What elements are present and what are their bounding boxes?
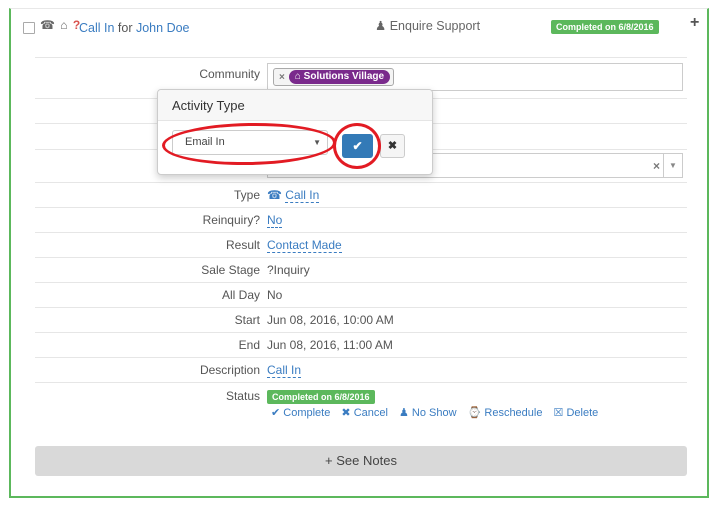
phone-icon: ☎ bbox=[267, 188, 282, 202]
reinquiry-value-text[interactable]: No bbox=[267, 213, 283, 228]
row-divider bbox=[35, 382, 687, 383]
row-divider bbox=[35, 207, 687, 208]
row-divider bbox=[35, 232, 687, 233]
activity-title: Call In for John Doe bbox=[79, 21, 190, 35]
cancel-link[interactable]: ✖ Cancel bbox=[341, 407, 388, 419]
clear-icon[interactable]: × bbox=[653, 159, 660, 173]
chevron-down-icon[interactable]: ▼ bbox=[663, 154, 682, 177]
assigned-to: ♟ Enquire Support bbox=[375, 18, 480, 33]
status-label: Status bbox=[225, 389, 260, 403]
community-tag: × ⌂ Solutions Village bbox=[273, 68, 395, 86]
activity-type-link[interactable]: Call In bbox=[79, 21, 114, 35]
no-show-link[interactable]: ♟ No Show bbox=[399, 407, 457, 419]
type-label: Type bbox=[233, 188, 260, 202]
description-label: Description bbox=[199, 363, 260, 377]
select-checkbox[interactable] bbox=[23, 22, 35, 34]
row-divider bbox=[35, 357, 687, 358]
popover-title: Activity Type bbox=[158, 90, 432, 121]
activity-icons: ☎ ⌂ ? bbox=[40, 18, 81, 32]
reinquiry-value[interactable]: No bbox=[267, 213, 283, 228]
description-value-text[interactable]: Call In bbox=[267, 363, 302, 378]
community-label: Community bbox=[199, 67, 260, 81]
result-value-text[interactable]: Contact Made bbox=[267, 238, 342, 253]
start-value: Jun 08, 2016, 10:00 AM bbox=[267, 313, 394, 327]
reschedule-link[interactable]: ⌚ Reschedule bbox=[468, 407, 543, 419]
confirm-highlight-ring bbox=[333, 123, 381, 169]
description-value[interactable]: Call In bbox=[267, 363, 302, 378]
complete-link[interactable]: ✔ Complete bbox=[271, 407, 330, 419]
assigned-to-label: Enquire Support bbox=[389, 19, 481, 33]
end-value: Jun 08, 2016, 11:00 AM bbox=[267, 338, 393, 352]
status-actions: ✔ Complete ✖ Cancel ♟ No Show ⌚ Reschedu… bbox=[271, 406, 606, 419]
start-label: Start bbox=[234, 313, 260, 327]
title-for-text: for bbox=[114, 21, 136, 35]
completed-badge: Completed on 6/8/2016 bbox=[551, 20, 659, 34]
end-label: End bbox=[238, 338, 260, 352]
cancel-button[interactable]: ✖ bbox=[380, 134, 405, 158]
delete-link[interactable]: ☒ Delete bbox=[554, 407, 599, 419]
row-divider bbox=[35, 57, 687, 58]
expand-plus-icon[interactable]: + bbox=[690, 14, 699, 32]
contact-link[interactable]: John Doe bbox=[136, 21, 190, 35]
community-select[interactable]: × ⌂ Solutions Village bbox=[267, 63, 683, 91]
remove-tag-icon[interactable]: × bbox=[279, 72, 285, 83]
header-status-badge: Completed on 6/8/2016 bbox=[551, 19, 659, 34]
type-value-text[interactable]: Call In bbox=[285, 188, 320, 203]
all-day-value: No bbox=[267, 288, 283, 302]
community-tag-label: ⌂ Solutions Village bbox=[288, 70, 391, 84]
all-day-label: All Day bbox=[221, 288, 260, 302]
status-badge: Completed on 6/8/2016 bbox=[267, 390, 375, 404]
row-divider bbox=[35, 307, 687, 308]
row-divider bbox=[35, 332, 687, 333]
user-icon: ♟ bbox=[375, 19, 387, 33]
row-divider bbox=[35, 182, 687, 183]
row-divider bbox=[35, 257, 687, 258]
result-label: Result bbox=[225, 238, 260, 252]
reinquiry-label: Reinquiry? bbox=[202, 213, 260, 227]
sale-stage-label: Sale Stage bbox=[201, 263, 260, 277]
status-value: Completed on 6/8/2016 bbox=[267, 389, 375, 404]
sale-stage-value: ?Inquiry bbox=[267, 263, 310, 277]
phone-home-icon: ☎ ⌂ bbox=[40, 18, 69, 32]
result-value[interactable]: Contact Made bbox=[267, 238, 342, 253]
row-divider bbox=[35, 282, 687, 283]
type-value[interactable]: ☎ Call In bbox=[267, 188, 320, 203]
see-notes-button[interactable]: + See Notes bbox=[35, 446, 687, 476]
